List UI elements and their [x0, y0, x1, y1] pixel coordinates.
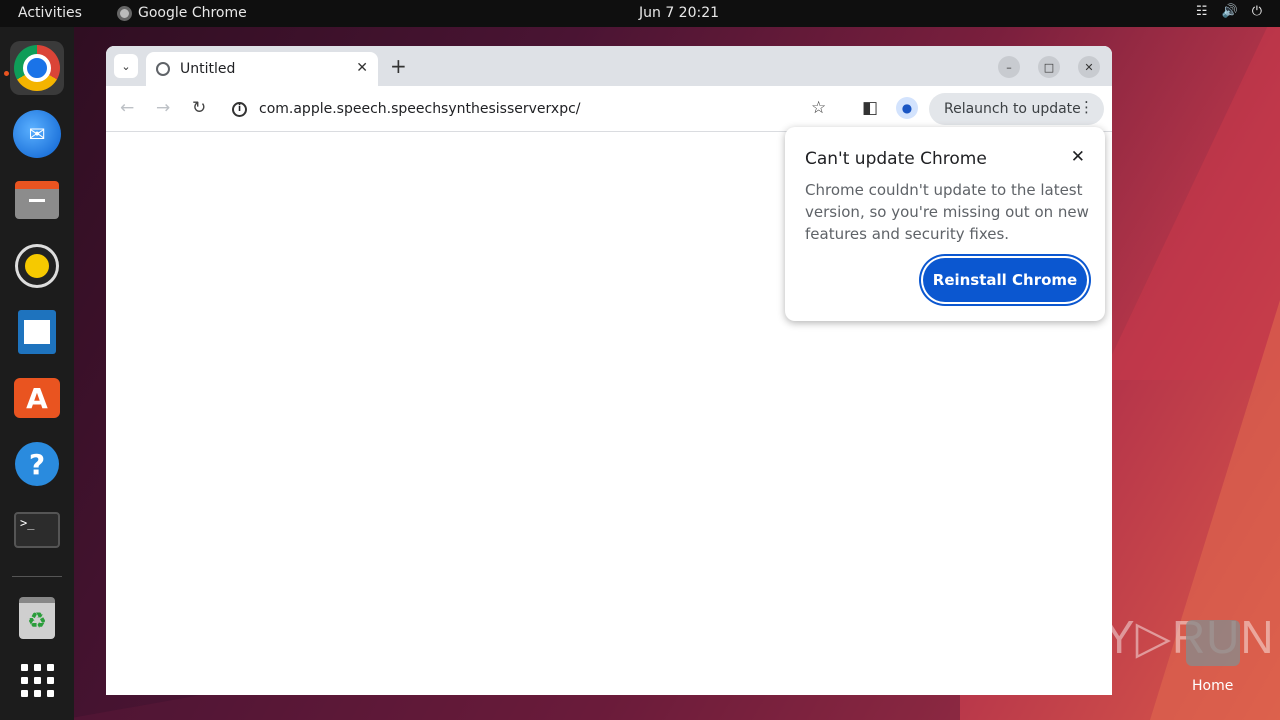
profile-avatar-icon[interactable]: ●: [896, 97, 918, 119]
maximize-button[interactable]: □: [1038, 56, 1060, 78]
chevron-down-icon: ⌄: [121, 59, 131, 73]
reload-button[interactable]: ↻: [192, 98, 206, 118]
bookmark-star-icon[interactable]: ☆: [811, 98, 826, 118]
volume-icon: 🔊: [1221, 4, 1238, 19]
reinstall-chrome-button[interactable]: Reinstall Chrome: [923, 258, 1087, 302]
help-icon: ?: [15, 442, 59, 486]
network-icon: ☷: [1195, 4, 1208, 19]
side-panel-icon[interactable]: ◧: [862, 98, 878, 118]
dock-item-help[interactable]: ?: [10, 437, 64, 491]
update-error-dialog: Can't update Chrome ✕ Chrome couldn't up…: [785, 127, 1105, 321]
forward-button[interactable]: →: [156, 98, 170, 118]
show-apps-button[interactable]: [10, 653, 64, 707]
dialog-close-icon[interactable]: ✕: [1071, 147, 1085, 167]
rhythmbox-icon: [18, 247, 56, 285]
minimize-button[interactable]: –: [998, 56, 1020, 78]
toolbar: ← → ↻ i com.apple.speech.speechsynthesis…: [106, 86, 1112, 132]
running-indicator: [4, 71, 9, 76]
dialog-title: Can't update Chrome: [805, 149, 987, 169]
top-bar: Activities Google Chrome Jun 7 20:21 ☷ 🔊…: [0, 0, 1280, 27]
new-tab-button[interactable]: +: [390, 54, 407, 78]
minimize-icon: –: [1006, 60, 1012, 74]
writer-icon: [18, 310, 56, 354]
globe-icon: [156, 62, 170, 76]
app-name: Google Chrome: [138, 5, 247, 21]
terminal-icon: >_: [14, 512, 60, 548]
relaunch-label: Relaunch to update: [944, 101, 1081, 117]
trash-icon: ♻: [19, 597, 55, 639]
app-center-icon: A: [14, 378, 60, 418]
activities-button[interactable]: Activities: [18, 5, 82, 21]
dock-item-chrome[interactable]: [10, 41, 64, 95]
tab-search-button[interactable]: ⌄: [114, 54, 138, 78]
dialog-message: Chrome couldn't update to the latest ver…: [805, 181, 1089, 243]
relaunch-to-update-button[interactable]: Relaunch to update ⋮: [929, 93, 1104, 125]
dock-item-thunderbird[interactable]: ✉: [10, 107, 64, 161]
tab-close-icon[interactable]: ✕: [356, 60, 368, 76]
dock-item-writer[interactable]: [10, 305, 64, 359]
clock[interactable]: Jun 7 20:21: [639, 5, 719, 21]
maximize-icon: □: [1043, 60, 1055, 74]
system-tray[interactable]: ☷ 🔊 ⏻: [1196, 4, 1262, 19]
thunderbird-icon: ✉: [13, 110, 61, 158]
tab-strip: ⌄ Untitled ✕ + – □ ✕: [106, 46, 1112, 86]
close-icon: ✕: [1084, 60, 1094, 74]
chrome-icon: [14, 45, 60, 91]
url-text: com.apple.speech.speechsynthesisserverxp…: [259, 101, 581, 117]
dock: ✉ A ? >_ ♻: [0, 27, 74, 720]
dock-item-files[interactable]: [10, 173, 64, 227]
power-icon: ⏻: [1251, 4, 1262, 19]
tab-title: Untitled: [180, 61, 236, 77]
back-button[interactable]: ←: [120, 98, 134, 118]
dock-item-app-center[interactable]: A: [10, 371, 64, 425]
chrome-small-icon: [117, 5, 132, 21]
tab-untitled[interactable]: Untitled ✕: [146, 52, 378, 86]
dock-item-terminal[interactable]: >_: [10, 503, 64, 557]
home-folder-icon[interactable]: [1186, 620, 1240, 666]
close-window-button[interactable]: ✕: [1078, 56, 1100, 78]
dock-item-rhythmbox[interactable]: [10, 239, 64, 293]
files-icon: [15, 181, 59, 219]
app-menu[interactable]: Google Chrome: [117, 5, 247, 21]
omnibox[interactable]: i com.apple.speech.speechsynthesisserver…: [232, 94, 581, 124]
site-info-icon[interactable]: i: [232, 101, 247, 117]
more-menu-icon[interactable]: ⋮: [1079, 98, 1094, 116]
dock-separator: [12, 576, 62, 577]
apps-grid-icon: [20, 663, 54, 697]
home-folder-label: Home: [1192, 678, 1234, 694]
dock-item-trash[interactable]: ♻: [10, 591, 64, 645]
